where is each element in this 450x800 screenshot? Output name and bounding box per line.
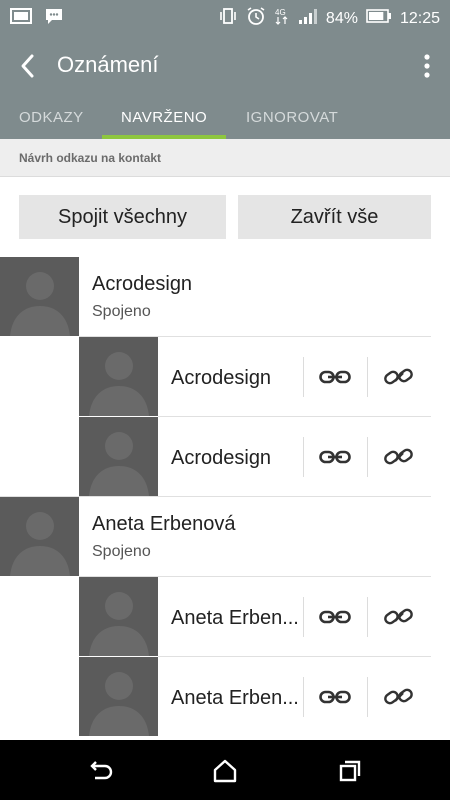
tab-navrzeno[interactable]: NAVRŽENO: [121, 109, 207, 126]
tab-ignorovat[interactable]: IGNOROVAT: [246, 109, 338, 126]
avatar: [79, 337, 158, 416]
contact-name: Aneta Erbenová: [92, 513, 236, 535]
contact-status: Spojeno: [92, 303, 151, 320]
row-actions: [303, 337, 431, 417]
contact-name: Aneta Erben...: [171, 687, 299, 709]
contact-group-row[interactable]: Aneta Erbenová Spojeno: [0, 497, 450, 577]
clock: 12:25: [399, 9, 440, 27]
battery-percent: 84%: [325, 9, 358, 27]
contact-status: Spojeno: [92, 543, 151, 560]
tab-odkazy[interactable]: ODKAZY: [19, 109, 84, 126]
gallery-notification-icon: [10, 7, 32, 30]
suggested-contact-row: Acrodesign: [0, 337, 450, 417]
network-4g-icon: 4G: [274, 6, 290, 31]
section-header: Návrh odkazu na kontakt: [0, 139, 450, 177]
avatar: [79, 417, 158, 496]
contact-name: Acrodesign: [92, 273, 193, 295]
row-actions: [303, 577, 431, 657]
suggested-contact-row: Aneta Erben...: [0, 657, 450, 737]
avatar: [79, 657, 158, 736]
back-arrow-icon[interactable]: [14, 49, 44, 83]
link-icon[interactable]: [303, 417, 367, 497]
row-actions: [303, 417, 431, 497]
svg-text:4G: 4G: [275, 8, 286, 17]
signal-icon: [298, 7, 318, 30]
battery-icon: [366, 9, 392, 28]
link-icon[interactable]: [303, 577, 367, 657]
unlink-icon[interactable]: [367, 417, 431, 497]
link-icon[interactable]: [303, 337, 367, 417]
app-bar: Oznámení: [0, 33, 450, 99]
link-icon[interactable]: [303, 657, 367, 737]
unlink-icon[interactable]: [367, 337, 431, 417]
alarm-icon: [246, 6, 266, 31]
home-icon[interactable]: [211, 757, 239, 785]
back-icon[interactable]: [86, 757, 114, 785]
status-bar: 4G 84% 12:25: [0, 0, 450, 33]
vibrate-icon: [218, 7, 238, 30]
recent-apps-icon[interactable]: [336, 757, 364, 785]
system-nav-bar: [0, 740, 450, 800]
suggested-contact-row: Aneta Erben...: [0, 577, 450, 657]
suggested-contact-row: Acrodesign: [0, 417, 450, 497]
message-notification-icon: [44, 7, 64, 30]
row-actions: [303, 657, 431, 737]
contact-name: Aneta Erben...: [171, 607, 299, 629]
avatar: [0, 497, 79, 576]
overflow-menu-icon[interactable]: [422, 49, 432, 83]
avatar: [0, 257, 79, 336]
section-header-label: Návrh odkazu na kontakt: [19, 151, 162, 165]
page-title: Oznámení: [57, 52, 159, 77]
merge-all-button[interactable]: Spojit všechny: [19, 195, 226, 239]
avatar: [79, 577, 158, 656]
contact-name: Acrodesign: [171, 447, 272, 469]
unlink-icon[interactable]: [367, 577, 431, 657]
contact-name: Acrodesign: [171, 367, 272, 389]
contact-group-row[interactable]: Acrodesign Spojeno: [0, 257, 450, 337]
unlink-icon[interactable]: [367, 657, 431, 737]
close-all-button[interactable]: Zavřít vše: [238, 195, 431, 239]
tab-bar: ODKAZY NAVRŽENO IGNOROVAT: [0, 99, 450, 139]
